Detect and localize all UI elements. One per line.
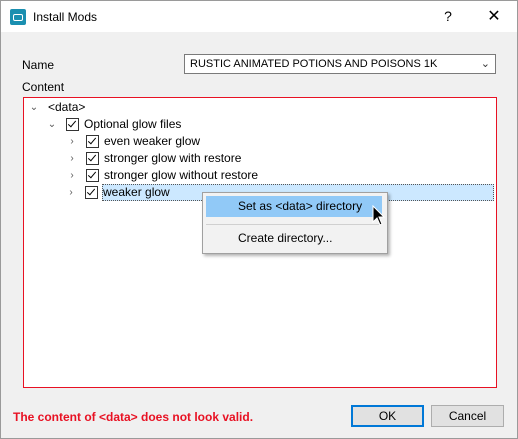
validation-error-text: The content of <data> does not look vali… [13,410,254,424]
chevron-right-icon[interactable]: › [65,184,77,201]
content-label: Content [22,80,65,94]
ok-button[interactable]: OK [351,405,424,427]
chevron-down-icon[interactable]: ⌄ [46,116,58,133]
app-icon [10,9,26,25]
menu-separator [206,224,382,225]
name-value: RUSTIC ANIMATED POTIONS AND POISONS 1K [190,58,438,70]
menu-item-set-data-directory[interactable]: Set as <data> directory [206,196,382,217]
install-mods-dialog: Install Mods ? ✕ Name RUSTIC ANIMATED PO… [0,0,518,439]
name-label: Name [22,58,55,72]
checkbox-checked-icon[interactable] [86,135,99,148]
tree-group-label: Optional glow files [84,117,182,131]
title-bar: Install Mods ? ✕ [1,1,517,32]
checkbox-checked-icon[interactable] [85,186,98,199]
chevron-down-icon: ⌄ [480,58,490,70]
tree-root-label: <data> [48,100,86,114]
close-button[interactable]: ✕ [471,1,517,32]
tree-item-label: even weaker glow [104,134,201,148]
tree-item-label: stronger glow without restore [104,168,259,182]
tree-item-label: weaker glow [103,185,170,199]
window-title: Install Mods [33,10,98,24]
chevron-right-icon[interactable]: › [66,150,78,167]
mouse-cursor-icon [372,205,386,226]
checkbox-checked-icon[interactable] [86,152,99,165]
cancel-button[interactable]: Cancel [431,405,504,427]
chevron-right-icon[interactable]: › [66,133,78,150]
checkbox-checked-icon[interactable] [66,118,79,131]
chevron-down-icon[interactable]: ⌄ [28,99,40,116]
checkbox-checked-icon[interactable] [86,169,99,182]
tree-item-label: stronger glow with restore [104,151,242,165]
help-button[interactable]: ? [425,1,471,32]
menu-item-create-directory[interactable]: Create directory... [206,228,382,249]
context-menu: Set as <data> directory Create directory… [202,192,388,254]
name-select[interactable]: RUSTIC ANIMATED POTIONS AND POISONS 1K ⌄ [184,54,496,74]
chevron-right-icon[interactable]: › [66,167,78,184]
